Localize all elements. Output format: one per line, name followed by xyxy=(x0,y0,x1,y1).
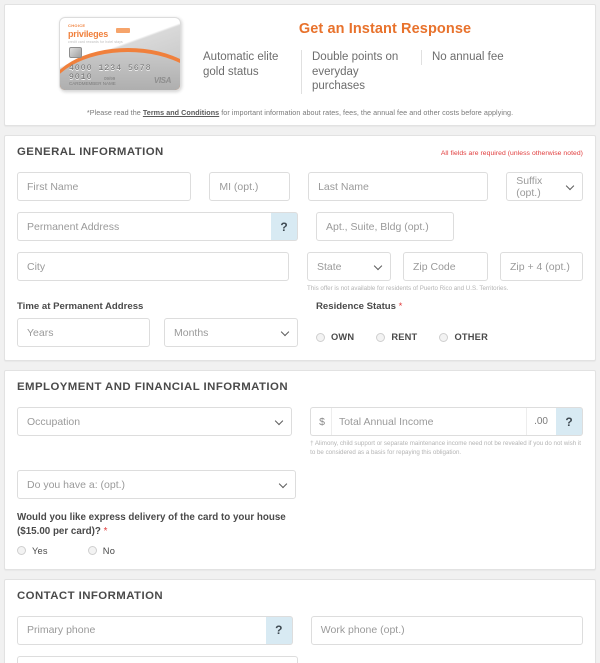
section-title-general: GENERAL INFORMATION xyxy=(17,146,164,158)
express-delivery-radio-group: Yes No xyxy=(17,546,583,556)
chevron-down-icon xyxy=(282,328,291,337)
terms-and-conditions-link[interactable]: Terms and Conditions xyxy=(143,108,219,117)
name-row: First Name MI (opt.) Last Name Suffix (o… xyxy=(17,172,583,201)
question-mark-icon[interactable]: ? xyxy=(271,212,298,241)
section-title-employment: EMPLOYMENT AND FINANCIAL INFORMATION xyxy=(17,381,288,393)
chevron-down-icon xyxy=(375,262,384,271)
express-delivery-question: Would you like express delivery of the c… xyxy=(17,511,299,538)
radio-own[interactable]: OWN xyxy=(316,332,354,342)
contact-information-section: CONTACT INFORMATION Primary phone ? Work… xyxy=(4,579,596,663)
benefits-list: Automatic elite gold status Double point… xyxy=(187,50,583,94)
address-row: Permanent Address ? Apt., Suite, Bldg (o… xyxy=(17,212,583,241)
express-delivery-question-text: Would you like express delivery of the c… xyxy=(17,512,286,537)
primary-phone-input[interactable]: Primary phone xyxy=(17,616,266,645)
time-at-address-label: Time at Permanent Address xyxy=(17,301,298,312)
primary-phone-group: Primary phone ? xyxy=(17,616,293,645)
question-mark-icon[interactable]: ? xyxy=(556,407,583,436)
radio-other-label: OTHER xyxy=(454,332,488,342)
card-chip-icon xyxy=(69,47,82,58)
months-select[interactable]: Months xyxy=(164,318,298,347)
apt-suite-input[interactable]: Apt., Suite, Bldg (opt.) xyxy=(316,212,454,241)
income-cents-suffix: .00 xyxy=(526,408,556,435)
radio-express-no-label: No xyxy=(103,546,115,556)
application-page: CHOICE privileges credit card rewards fo… xyxy=(0,0,600,663)
radio-circle-icon xyxy=(376,333,385,342)
radio-other[interactable]: OTHER xyxy=(439,332,488,342)
card-network-logo: VISA xyxy=(154,76,171,85)
state-select[interactable]: State xyxy=(307,252,391,281)
radio-circle-icon xyxy=(439,333,448,342)
radio-rent-label: RENT xyxy=(391,332,417,342)
required-asterisk: * xyxy=(399,301,403,312)
city-input[interactable]: City xyxy=(17,252,289,281)
permanent-address-input[interactable]: Permanent Address xyxy=(17,212,271,241)
do-you-have-select[interactable]: Do you have a: (opt.) xyxy=(17,470,296,499)
phone-row: Primary phone ? Work phone (opt.) xyxy=(17,616,583,645)
total-annual-income-input[interactable]: $ Total Annual Income .00 xyxy=(310,407,556,436)
alimony-disclaimer: † Alimony, child support or separate mai… xyxy=(310,440,583,458)
currency-symbol: $ xyxy=(311,408,332,435)
occupation-select-value: Occupation xyxy=(27,416,80,428)
benefit-item: No annual fee xyxy=(421,50,531,65)
residence-status-radio-group: OWN RENT OTHER xyxy=(316,332,510,342)
credit-card-image: CHOICE privileges credit card rewards fo… xyxy=(59,17,181,91)
radio-circle-icon xyxy=(17,546,26,555)
city-state-zip-row: City State Zip Code Zip + 4 (opt.) This … xyxy=(17,252,583,294)
terms-prefix-text: *Please read the xyxy=(87,108,143,117)
employment-financial-section: EMPLOYMENT AND FINANCIAL INFORMATION Occ… xyxy=(4,370,596,569)
radio-own-label: OWN xyxy=(331,332,354,342)
occupation-select[interactable]: Occupation xyxy=(17,407,292,436)
card-brand-label: CHOICE xyxy=(68,23,85,28)
last-name-input[interactable]: Last Name xyxy=(308,172,488,201)
chevron-down-icon xyxy=(276,417,285,426)
radio-circle-icon xyxy=(316,333,325,342)
general-information-section: GENERAL INFORMATION All fields are requi… xyxy=(4,135,596,361)
territory-disclaimer: This offer is not available for resident… xyxy=(307,285,583,294)
radio-rent[interactable]: RENT xyxy=(376,332,417,342)
next-phone-row-partial xyxy=(17,656,583,663)
residence-status-label: Residence Status * xyxy=(316,301,510,312)
question-mark-icon[interactable]: ? xyxy=(266,616,293,645)
card-logo-mark xyxy=(116,28,130,33)
zip-code-input[interactable]: Zip Code xyxy=(403,252,488,281)
months-select-value: Months xyxy=(174,327,208,339)
required-fields-note: All fields are required (unless otherwis… xyxy=(441,150,583,157)
permanent-address-group: Permanent Address ? xyxy=(17,212,298,241)
radio-express-yes-label: Yes xyxy=(32,546,48,556)
zip-plus-four-input[interactable]: Zip + 4 (opt.) xyxy=(500,252,583,281)
chevron-down-icon xyxy=(280,480,289,489)
state-select-value: State xyxy=(317,261,342,273)
income-placeholder: Total Annual Income xyxy=(332,416,526,428)
radio-express-yes[interactable]: Yes xyxy=(17,546,48,556)
chevron-down-icon xyxy=(567,182,576,191)
residence-status-text: Residence Status xyxy=(316,301,396,312)
offer-banner: CHOICE privileges credit card rewards fo… xyxy=(4,4,596,126)
section-title-contact: CONTACT INFORMATION xyxy=(17,590,163,602)
offer-headline: Get an Instant Response xyxy=(187,21,583,37)
do-you-have-row: Do you have a: (opt.) xyxy=(17,470,583,499)
first-name-input[interactable]: First Name xyxy=(17,172,191,201)
terms-suffix-text: for important information about rates, f… xyxy=(219,108,513,117)
middle-initial-input[interactable]: MI (opt.) xyxy=(209,172,290,201)
card-tagline: credit card rewards for hotel stays xyxy=(68,40,123,44)
card-program-label: privileges xyxy=(68,29,108,39)
time-residence-row: Time at Permanent Address Years Months R… xyxy=(17,301,583,347)
suffix-select-value: Suffix (opt.) xyxy=(516,175,567,199)
required-asterisk: * xyxy=(104,526,108,537)
radio-circle-icon xyxy=(88,546,97,555)
benefit-item: Double points on everyday purchases xyxy=(301,50,421,94)
occupation-income-row: Occupation $ Total Annual Income .00 ? †… xyxy=(17,407,583,458)
total-annual-income-group: $ Total Annual Income .00 ? xyxy=(310,407,583,436)
suffix-select[interactable]: Suffix (opt.) xyxy=(506,172,583,201)
card-holder-name: CARDMEMBER NAME xyxy=(69,81,116,88)
benefit-item: Automatic elite gold status xyxy=(193,50,301,79)
radio-express-no[interactable]: No xyxy=(88,546,115,556)
do-you-have-select-value: Do you have a: (opt.) xyxy=(27,479,125,491)
terms-disclaimer: *Please read the Terms and Conditions fo… xyxy=(17,108,583,117)
additional-contact-input[interactable] xyxy=(17,656,298,663)
years-input[interactable]: Years xyxy=(17,318,150,347)
work-phone-input[interactable]: Work phone (opt.) xyxy=(311,616,583,645)
